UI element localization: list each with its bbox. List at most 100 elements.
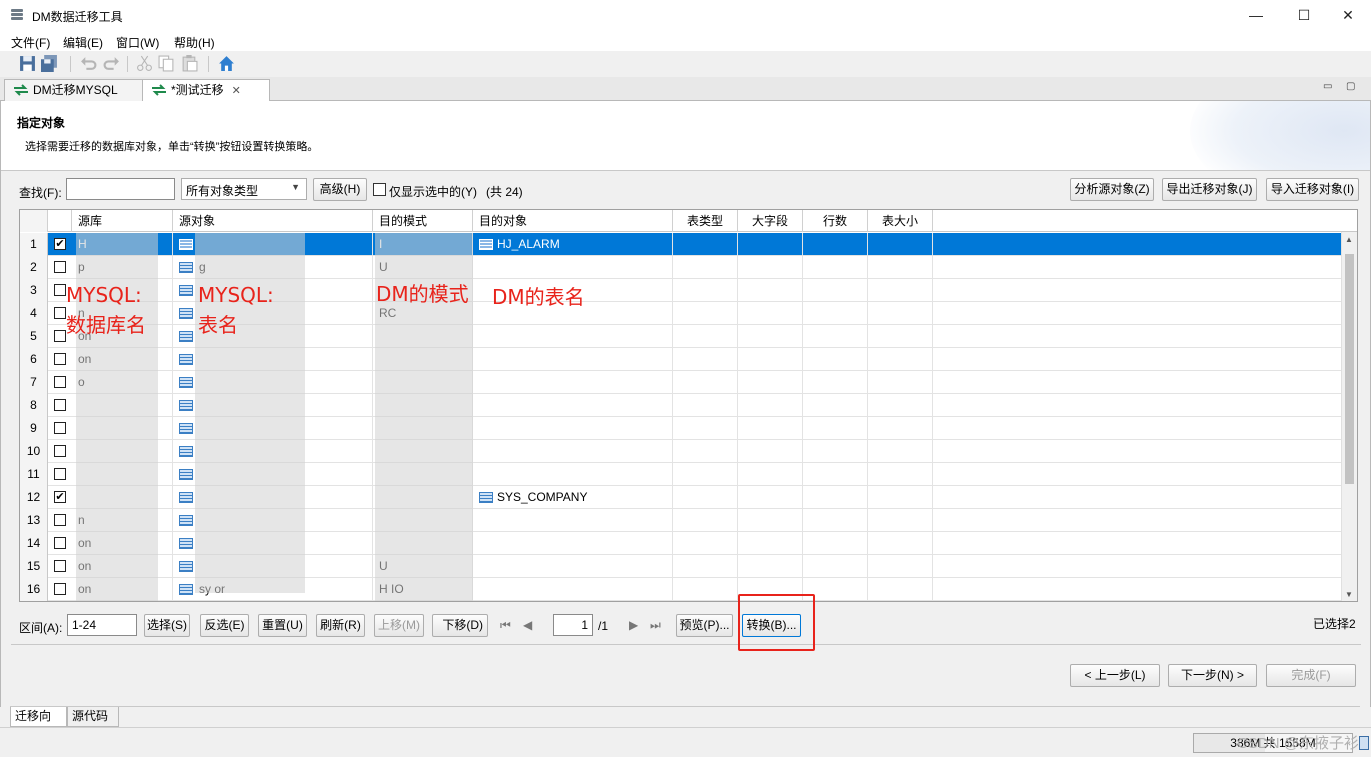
row-checkbox[interactable]: ✔	[54, 491, 66, 503]
paste-icon[interactable]	[181, 55, 198, 72]
only-selected-checkbox[interactable]	[373, 183, 386, 196]
search-input[interactable]	[66, 178, 175, 200]
search-label: 查找(F):	[19, 186, 62, 200]
last-page-icon[interactable]: ⏭	[650, 618, 661, 633]
maximize-button[interactable]: ☐	[1281, 0, 1327, 31]
page-input[interactable]: 1	[553, 614, 593, 636]
undo-icon[interactable]	[80, 55, 97, 72]
reset-button[interactable]: 重置(U)	[258, 614, 307, 637]
size-cell	[868, 417, 933, 440]
menu-help[interactable]: 帮助(H)	[174, 34, 215, 51]
scroll-thumb[interactable]	[1345, 254, 1354, 484]
prev-page-icon[interactable]: ◀	[523, 618, 532, 632]
object-type-select[interactable]: 所有对象类型 ▼	[181, 178, 307, 200]
row-checkbox[interactable]	[54, 514, 66, 526]
row-checkbox[interactable]	[54, 261, 66, 273]
copy-icon[interactable]	[158, 55, 175, 72]
lob-cell	[738, 348, 803, 371]
cut-icon[interactable]	[136, 55, 153, 72]
col-source-object[interactable]: 源对象	[173, 210, 373, 232]
migrate-icon	[14, 84, 28, 96]
col-source-db[interactable]: 源库	[72, 210, 173, 232]
tab-source-code[interactable]: 源代码	[67, 707, 119, 727]
next-page-icon[interactable]: ▶	[629, 618, 638, 632]
col-lob[interactable]: 大字段	[738, 210, 803, 232]
select-button[interactable]: 选择(S)	[144, 614, 190, 637]
row-checkbox[interactable]	[54, 422, 66, 434]
row-checkbox[interactable]	[54, 399, 66, 411]
save-icon[interactable]	[19, 55, 36, 72]
range-input[interactable]: 1-24	[67, 614, 137, 636]
gc-trash-icon[interactable]	[1359, 736, 1369, 750]
size-cell	[868, 555, 933, 578]
rows-cell	[803, 233, 868, 256]
row-number: 14	[20, 532, 48, 555]
row-checkbox[interactable]	[54, 284, 66, 296]
minimize-button[interactable]: —	[1233, 0, 1279, 31]
table-type-cell	[673, 486, 738, 509]
first-page-icon[interactable]: ⏮	[500, 618, 511, 633]
menu-file[interactable]: 文件(F)	[11, 34, 50, 51]
row-number: 16	[20, 578, 48, 601]
row-checkbox[interactable]: ✔	[54, 238, 66, 250]
menu-window[interactable]: 窗口(W)	[116, 34, 159, 51]
selected-count: 已选择2	[1313, 617, 1356, 631]
annotation-dest-schema: DM的模式	[376, 282, 469, 306]
row-checkbox[interactable]	[54, 376, 66, 388]
finish-button[interactable]: 完成(F)	[1266, 664, 1356, 687]
move-up-button[interactable]: 上移(M)	[374, 614, 424, 637]
invert-button[interactable]: 反选(E)	[200, 614, 249, 637]
close-button[interactable]: ✕	[1325, 0, 1371, 31]
rows-cell	[803, 463, 868, 486]
row-checkbox[interactable]	[54, 353, 66, 365]
row-checkbox[interactable]	[54, 468, 66, 480]
table-icon	[479, 492, 493, 503]
table-type-cell	[673, 417, 738, 440]
save-all-icon[interactable]	[41, 55, 58, 72]
preview-button[interactable]: 预览(P)...	[676, 614, 733, 637]
menu-edit[interactable]: 编辑(E)	[63, 34, 103, 51]
tab-test-migration[interactable]: *测试迁移 ✕	[142, 79, 270, 102]
view-maximize-icon[interactable]: ▢	[1346, 81, 1355, 92]
col-rows[interactable]: 行数	[803, 210, 868, 232]
next-step-button[interactable]: 下一步(N) >	[1168, 664, 1257, 687]
col-table-type[interactable]: 表类型	[673, 210, 738, 232]
import-objects-button[interactable]: 导入迁移对象(I)	[1266, 178, 1359, 201]
export-objects-button[interactable]: 导出迁移对象(J)	[1162, 178, 1257, 201]
prev-step-button[interactable]: < 上一步(L)	[1070, 664, 1160, 687]
page-title: 指定对象	[17, 116, 66, 130]
refresh-button[interactable]: 刷新(R)	[316, 614, 365, 637]
dest-object-cell: HJ_ALARM	[473, 233, 673, 256]
size-cell	[868, 279, 933, 302]
row-number: 3	[20, 279, 48, 302]
home-icon[interactable]	[218, 55, 235, 72]
size-cell	[868, 486, 933, 509]
row-checkbox[interactable]	[54, 330, 66, 342]
size-cell	[868, 440, 933, 463]
tab-wizard[interactable]: 迁移向导	[10, 707, 67, 741]
col-dest-object[interactable]: 目的对象	[473, 210, 673, 232]
row-checkbox[interactable]	[54, 560, 66, 572]
redo-icon[interactable]	[103, 55, 120, 72]
row-checkbox[interactable]	[54, 537, 66, 549]
tab-close-icon[interactable]: ✕	[232, 85, 241, 97]
col-dest-schema[interactable]: 目的模式	[373, 210, 473, 232]
view-minimize-icon[interactable]: ▭	[1323, 81, 1332, 92]
vertical-scrollbar[interactable]: ▲ ▼	[1341, 232, 1357, 601]
analyze-source-button[interactable]: 分析源对象(Z)	[1070, 178, 1154, 201]
row-checkbox[interactable]	[54, 583, 66, 595]
row-checkbox[interactable]	[54, 445, 66, 457]
scroll-down-icon[interactable]: ▼	[1345, 590, 1353, 599]
table-type-cell	[673, 440, 738, 463]
row-checkbox[interactable]	[54, 307, 66, 319]
tab-dm-mysql[interactable]: DM迁移MYSQL	[4, 79, 144, 101]
col-size[interactable]: 表大小	[868, 210, 933, 232]
scroll-up-icon[interactable]: ▲	[1345, 235, 1353, 244]
dest-object-cell	[473, 509, 673, 532]
advanced-button[interactable]: 高级(H)	[313, 178, 367, 201]
migrate-icon	[152, 84, 166, 96]
pager-row: 区间(A): 1-24 选择(S) 反选(E) 重置(U) 刷新(R) 上移(M…	[1, 613, 1370, 641]
table-icon	[179, 262, 193, 273]
dest-object-text: HJ_ALARM	[497, 237, 560, 251]
move-down-button[interactable]: 下移(D)	[432, 614, 488, 637]
